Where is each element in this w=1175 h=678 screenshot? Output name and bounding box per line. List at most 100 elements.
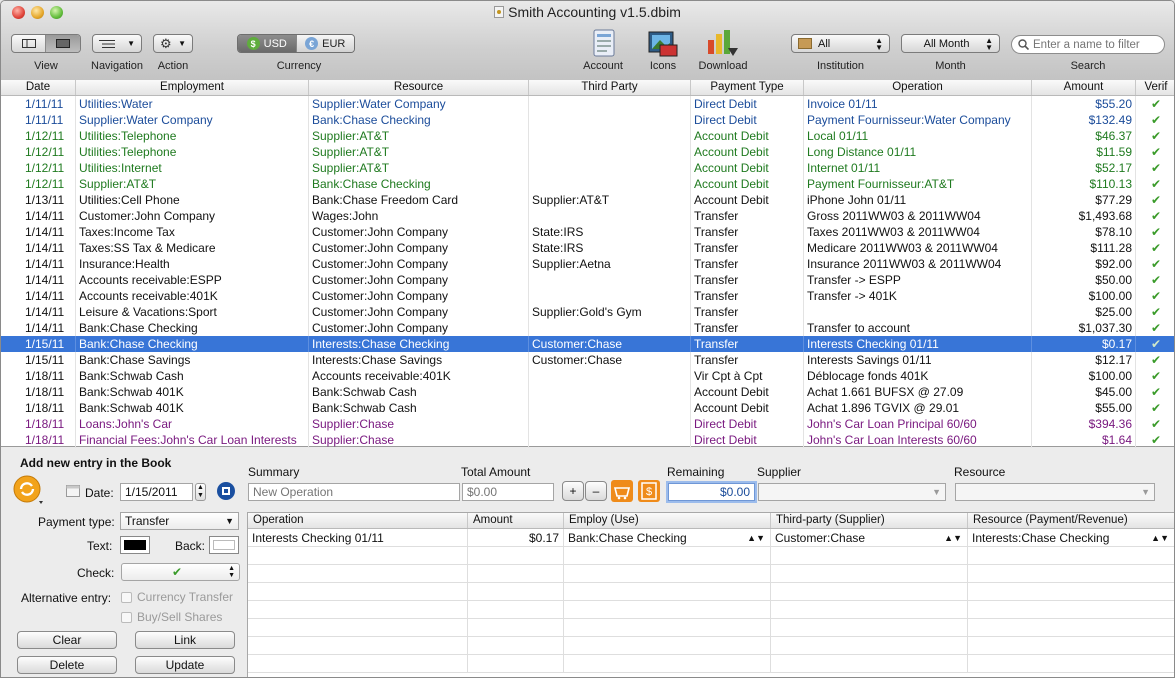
table-row[interactable]: 1/14/11 Taxes:Income Tax Customer:John Com… xyxy=(1,224,1174,240)
verified-checkbox[interactable]: ✔ xyxy=(1136,224,1174,240)
verified-checkbox[interactable]: ✔ xyxy=(1136,96,1174,112)
basket-button[interactable] xyxy=(611,480,633,502)
split-column-resource[interactable]: Resource (Payment/Revenue) xyxy=(968,513,1174,528)
currency-eur-button[interactable]: € EUR xyxy=(295,35,354,52)
split-resource-cell[interactable]: Interests:Chase Checking ▲▼ xyxy=(968,529,1174,546)
table-row[interactable]: 1/14/11 Accounts receivable:ESPP Customer:… xyxy=(1,272,1174,288)
date-stepper[interactable]: ▲ ▼ xyxy=(195,483,206,501)
split-third-party-cell[interactable]: Customer:Chase ▲▼ xyxy=(771,529,968,546)
table-row[interactable]: 1/15/11 Bank:Chase Savings Interests:Chase… xyxy=(1,352,1174,368)
operation-cell: Invoice 01/11 xyxy=(804,96,1032,112)
split-dollar-button[interactable]: $ xyxy=(638,480,660,502)
column-header-operation[interactable]: Operation xyxy=(804,80,1032,95)
check-popup[interactable]: ✔ ▲ ▼ xyxy=(121,563,240,581)
institution-popup[interactable]: All ▲ ▼ xyxy=(791,34,890,53)
clear-button[interactable]: Clear xyxy=(17,631,117,649)
summary-input[interactable] xyxy=(248,483,460,501)
table-row[interactable]: 1/11/11 Utilities:Water Supplier:Water Com… xyxy=(1,96,1174,112)
table-row[interactable]: 1/18/11 Loans:John's Car Supplier:Chase Dir… xyxy=(1,416,1174,432)
update-button[interactable]: Update xyxy=(135,656,235,674)
split-operation-cell[interactable]: Interests Checking 01/11 xyxy=(248,529,468,546)
search-field[interactable] xyxy=(1011,35,1165,54)
text-color-well[interactable] xyxy=(120,536,150,554)
verified-checkbox[interactable]: ✔ xyxy=(1136,304,1174,320)
navigation-menu-button[interactable]: ▼ xyxy=(92,34,142,53)
resource-combo[interactable]: ▼ xyxy=(955,483,1155,501)
recurring-button[interactable] xyxy=(13,475,43,505)
verified-checkbox[interactable]: ✔ xyxy=(1136,352,1174,368)
split-column-operation[interactable]: Operation xyxy=(248,513,468,528)
table-row[interactable]: 1/18/11 Bank:Schwab Cash Accounts receivab… xyxy=(1,368,1174,384)
supplier-combo[interactable]: ▼ xyxy=(758,483,946,501)
split-amount-cell[interactable]: $0.17 xyxy=(468,529,564,546)
link-bank-button[interactable] xyxy=(216,481,236,501)
verified-checkbox[interactable]: ✔ xyxy=(1136,384,1174,400)
account-button[interactable] xyxy=(586,26,620,58)
verified-checkbox[interactable]: ✔ xyxy=(1136,336,1174,352)
verified-checkbox[interactable]: ✔ xyxy=(1136,176,1174,192)
table-row[interactable]: 1/15/11 Bank:Chase Checking Interests:Chas… xyxy=(1,336,1174,352)
verified-checkbox[interactable]: ✔ xyxy=(1136,288,1174,304)
verified-checkbox[interactable]: ✔ xyxy=(1136,432,1174,448)
verified-checkbox[interactable]: ✔ xyxy=(1136,192,1174,208)
split-column-third-party[interactable]: Third-party (Supplier) xyxy=(771,513,968,528)
verified-checkbox[interactable]: ✔ xyxy=(1136,128,1174,144)
total-amount-input[interactable] xyxy=(462,483,554,501)
table-row[interactable]: 1/18/11 Financial Fees:John's Car Loan In… xyxy=(1,432,1174,448)
table-row[interactable]: 1/14/11 Accounts receivable:401K Customer:… xyxy=(1,288,1174,304)
verified-checkbox[interactable]: ✔ xyxy=(1136,368,1174,384)
icons-button[interactable] xyxy=(646,26,680,58)
download-button[interactable] xyxy=(706,26,740,58)
table-row[interactable]: 1/14/11 Bank:Chase Checking Customer:John … xyxy=(1,320,1174,336)
remaining-field[interactable]: $0.00 xyxy=(668,483,755,501)
search-input[interactable] xyxy=(1033,38,1161,51)
view-single-button[interactable] xyxy=(46,35,80,52)
add-line-button[interactable]: + xyxy=(562,481,584,501)
verified-checkbox[interactable]: ✔ xyxy=(1136,160,1174,176)
table-row[interactable]: 1/12/11 Utilities:Telephone Supplier:AT&T A… xyxy=(1,144,1174,160)
table-row[interactable]: 1/11/11 Supplier:Water Company Bank:Chase … xyxy=(1,112,1174,128)
table-row[interactable]: 1/12/11 Utilities:Telephone Supplier:AT&T A… xyxy=(1,128,1174,144)
split-column-amount[interactable]: Amount xyxy=(468,513,564,528)
column-header-resource[interactable]: Resource xyxy=(309,80,529,95)
column-header-employment[interactable]: Employment xyxy=(76,80,309,95)
table-row[interactable]: 1/12/11 Supplier:AT&T Bank:Chase Checking A… xyxy=(1,176,1174,192)
verified-checkbox[interactable]: ✔ xyxy=(1136,416,1174,432)
column-header-payment-type[interactable]: Payment Type xyxy=(691,80,804,95)
delete-button[interactable]: Delete xyxy=(17,656,117,674)
table-row[interactable]: 1/14/11 Customer:John Company Wages:John Tr… xyxy=(1,208,1174,224)
verified-checkbox[interactable]: ✔ xyxy=(1136,400,1174,416)
currency-usd-button[interactable]: $ USD xyxy=(238,35,296,52)
verified-checkbox[interactable]: ✔ xyxy=(1136,272,1174,288)
action-menu-button[interactable]: ⚙ ▼ xyxy=(153,34,193,53)
verified-checkbox[interactable]: ✔ xyxy=(1136,240,1174,256)
table-row[interactable]: 1/14/11 Insurance:Health Customer:John Com… xyxy=(1,256,1174,272)
verified-checkbox[interactable]: ✔ xyxy=(1136,320,1174,336)
view-split-button[interactable] xyxy=(12,35,47,52)
payment-type-popup[interactable]: Transfer ▼ xyxy=(120,512,239,530)
currency-transfer-checkbox[interactable]: Currency Transfer xyxy=(121,590,233,604)
column-header-date[interactable]: Date xyxy=(1,80,76,95)
table-row[interactable]: 1/14/11 Leisure & Vacations:Sport Customer… xyxy=(1,304,1174,320)
remove-line-button[interactable]: – xyxy=(585,481,607,501)
verified-checkbox[interactable]: ✔ xyxy=(1136,144,1174,160)
column-header-amount[interactable]: Amount xyxy=(1032,80,1136,95)
table-row[interactable]: 1/13/11 Utilities:Cell Phone Bank:Chase Fr… xyxy=(1,192,1174,208)
table-row[interactable]: 1/12/11 Utilities:Internet Supplier:AT&T Ac… xyxy=(1,160,1174,176)
month-popup[interactable]: All Month ▲ ▼ xyxy=(901,34,1000,53)
table-row[interactable]: 1/14/11 Taxes:SS Tax & Medicare Customer:J… xyxy=(1,240,1174,256)
date-field[interactable]: 1/15/2011 xyxy=(120,483,193,501)
column-header-verif[interactable]: Verif xyxy=(1136,80,1174,95)
table-row[interactable]: 1/18/11 Bank:Schwab 401K Bank:Schwab Cash A… xyxy=(1,384,1174,400)
buy-sell-checkbox[interactable]: Buy/Sell Shares xyxy=(121,610,222,624)
link-button[interactable]: Link xyxy=(135,631,235,649)
verified-checkbox[interactable]: ✔ xyxy=(1136,112,1174,128)
table-row[interactable]: 1/18/11 Bank:Schwab 401K Bank:Schwab Cash A… xyxy=(1,400,1174,416)
column-header-third-party[interactable]: Third Party xyxy=(529,80,691,95)
verified-checkbox[interactable]: ✔ xyxy=(1136,256,1174,272)
back-color-well[interactable] xyxy=(209,536,239,554)
verified-checkbox[interactable]: ✔ xyxy=(1136,208,1174,224)
split-employ-cell[interactable]: Bank:Chase Checking ▲▼ xyxy=(564,529,771,546)
split-column-employ[interactable]: Employ (Use) xyxy=(564,513,771,528)
split-row[interactable]: Interests Checking 01/11 $0.17 Bank:Chas… xyxy=(248,529,1174,547)
